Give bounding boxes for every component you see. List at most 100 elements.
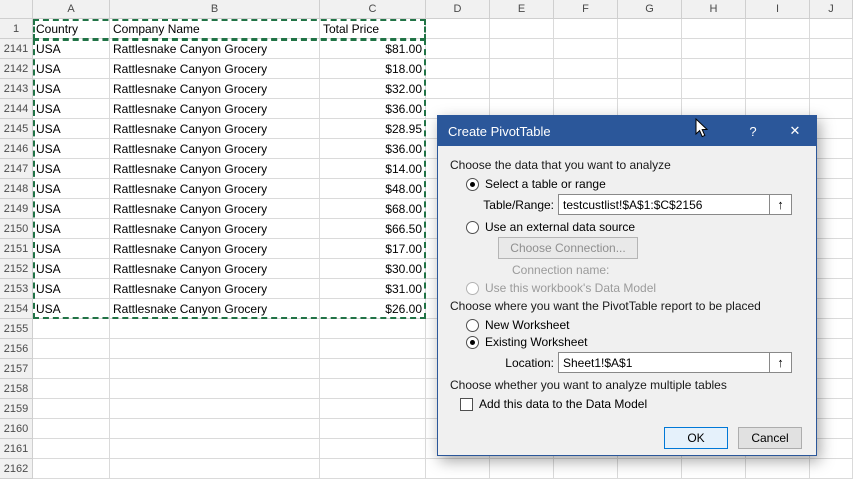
row-header-2155[interactable]: 2155 <box>0 319 33 339</box>
cell[interactable]: $68.00 <box>320 199 426 219</box>
cell[interactable]: Rattlesnake Canyon Grocery <box>110 259 320 279</box>
cell[interactable]: Company Name <box>110 19 320 39</box>
row-header-2161[interactable]: 2161 <box>0 439 33 459</box>
cell[interactable]: Rattlesnake Canyon Grocery <box>110 139 320 159</box>
cell[interactable]: Rattlesnake Canyon Grocery <box>110 299 320 319</box>
cell[interactable]: USA <box>33 39 110 59</box>
help-icon[interactable]: ? <box>732 116 774 146</box>
cell[interactable] <box>426 19 490 39</box>
select-table-range-radio[interactable] <box>466 178 479 191</box>
cell[interactable] <box>682 59 746 79</box>
row-header-2151[interactable]: 2151 <box>0 239 33 259</box>
cell[interactable] <box>33 339 110 359</box>
cell[interactable] <box>682 39 746 59</box>
existing-worksheet-radio[interactable] <box>466 336 479 349</box>
cell[interactable] <box>426 459 490 479</box>
row-header-2159[interactable]: 2159 <box>0 399 33 419</box>
cell[interactable]: $17.00 <box>320 239 426 259</box>
cell[interactable] <box>746 39 810 59</box>
cell[interactable] <box>110 379 320 399</box>
column-header-E[interactable]: E <box>490 0 554 19</box>
cell[interactable]: Rattlesnake Canyon Grocery <box>110 239 320 259</box>
row-header-2147[interactable]: 2147 <box>0 159 33 179</box>
cell[interactable] <box>426 79 490 99</box>
cell[interactable] <box>320 439 426 459</box>
cell[interactable] <box>110 359 320 379</box>
ok-button[interactable]: OK <box>664 427 728 449</box>
cell[interactable] <box>320 339 426 359</box>
cell[interactable] <box>110 439 320 459</box>
cell[interactable] <box>618 19 682 39</box>
cell[interactable]: USA <box>33 199 110 219</box>
cell[interactable] <box>618 79 682 99</box>
cell[interactable]: $31.00 <box>320 279 426 299</box>
cell[interactable] <box>490 459 554 479</box>
cell[interactable]: USA <box>33 259 110 279</box>
cell[interactable]: USA <box>33 279 110 299</box>
cell[interactable] <box>33 359 110 379</box>
cell[interactable] <box>33 459 110 479</box>
cell[interactable] <box>110 399 320 419</box>
radio-row-existing-worksheet[interactable]: Existing Worksheet <box>466 335 804 349</box>
cell[interactable]: Rattlesnake Canyon Grocery <box>110 119 320 139</box>
row-header-2160[interactable]: 2160 <box>0 419 33 439</box>
cell[interactable] <box>110 459 320 479</box>
cell[interactable] <box>682 459 746 479</box>
cell[interactable] <box>618 39 682 59</box>
cell[interactable]: Total Price <box>320 19 426 39</box>
cell[interactable]: USA <box>33 139 110 159</box>
cell[interactable] <box>490 39 554 59</box>
cell[interactable]: USA <box>33 99 110 119</box>
cell[interactable]: Rattlesnake Canyon Grocery <box>110 279 320 299</box>
row-header-2153[interactable]: 2153 <box>0 279 33 299</box>
column-header-B[interactable]: B <box>110 0 320 19</box>
cell[interactable]: $32.00 <box>320 79 426 99</box>
cell[interactable]: USA <box>33 219 110 239</box>
cell[interactable] <box>490 79 554 99</box>
cell[interactable]: USA <box>33 299 110 319</box>
cell[interactable] <box>320 359 426 379</box>
row-header-2146[interactable]: 2146 <box>0 139 33 159</box>
cell[interactable] <box>618 59 682 79</box>
cell[interactable]: USA <box>33 159 110 179</box>
radio-row-select-table-range[interactable]: Select a table or range <box>466 177 804 191</box>
range-picker-icon[interactable]: ↑ <box>770 352 792 373</box>
row-header-2162[interactable]: 2162 <box>0 459 33 479</box>
row-header-1[interactable]: 1 <box>0 19 33 39</box>
row-header-2149[interactable]: 2149 <box>0 199 33 219</box>
column-header-G[interactable]: G <box>618 0 682 19</box>
cell[interactable]: $28.95 <box>320 119 426 139</box>
row-header-2152[interactable]: 2152 <box>0 259 33 279</box>
cell[interactable] <box>320 379 426 399</box>
cell[interactable] <box>320 399 426 419</box>
radio-row-external-source[interactable]: Use an external data source <box>466 220 804 234</box>
location-input[interactable] <box>558 352 770 373</box>
row-header-2148[interactable]: 2148 <box>0 179 33 199</box>
cell[interactable]: $48.00 <box>320 179 426 199</box>
close-icon[interactable]: ✕ <box>774 116 816 146</box>
cell[interactable]: $14.00 <box>320 159 426 179</box>
cell[interactable]: $66.50 <box>320 219 426 239</box>
row-header-2157[interactable]: 2157 <box>0 359 33 379</box>
cell[interactable]: Rattlesnake Canyon Grocery <box>110 179 320 199</box>
radio-row-new-worksheet[interactable]: New Worksheet <box>466 318 804 332</box>
cell[interactable]: Rattlesnake Canyon Grocery <box>110 39 320 59</box>
select-all-corner[interactable] <box>0 0 33 19</box>
row-header-2156[interactable]: 2156 <box>0 339 33 359</box>
column-header-F[interactable]: F <box>554 0 618 19</box>
cell[interactable] <box>33 419 110 439</box>
cell[interactable]: Rattlesnake Canyon Grocery <box>110 159 320 179</box>
column-header-D[interactable]: D <box>426 0 490 19</box>
row-header-2145[interactable]: 2145 <box>0 119 33 139</box>
cell[interactable]: USA <box>33 239 110 259</box>
column-header-A[interactable]: A <box>33 0 110 19</box>
cell[interactable] <box>426 39 490 59</box>
cell[interactable] <box>320 459 426 479</box>
cell[interactable]: Rattlesnake Canyon Grocery <box>110 99 320 119</box>
cell[interactable]: USA <box>33 179 110 199</box>
cell[interactable] <box>33 439 110 459</box>
choose-connection-button[interactable]: Choose Connection... <box>498 237 638 259</box>
row-header-2143[interactable]: 2143 <box>0 79 33 99</box>
cell[interactable] <box>110 319 320 339</box>
cell[interactable] <box>33 319 110 339</box>
